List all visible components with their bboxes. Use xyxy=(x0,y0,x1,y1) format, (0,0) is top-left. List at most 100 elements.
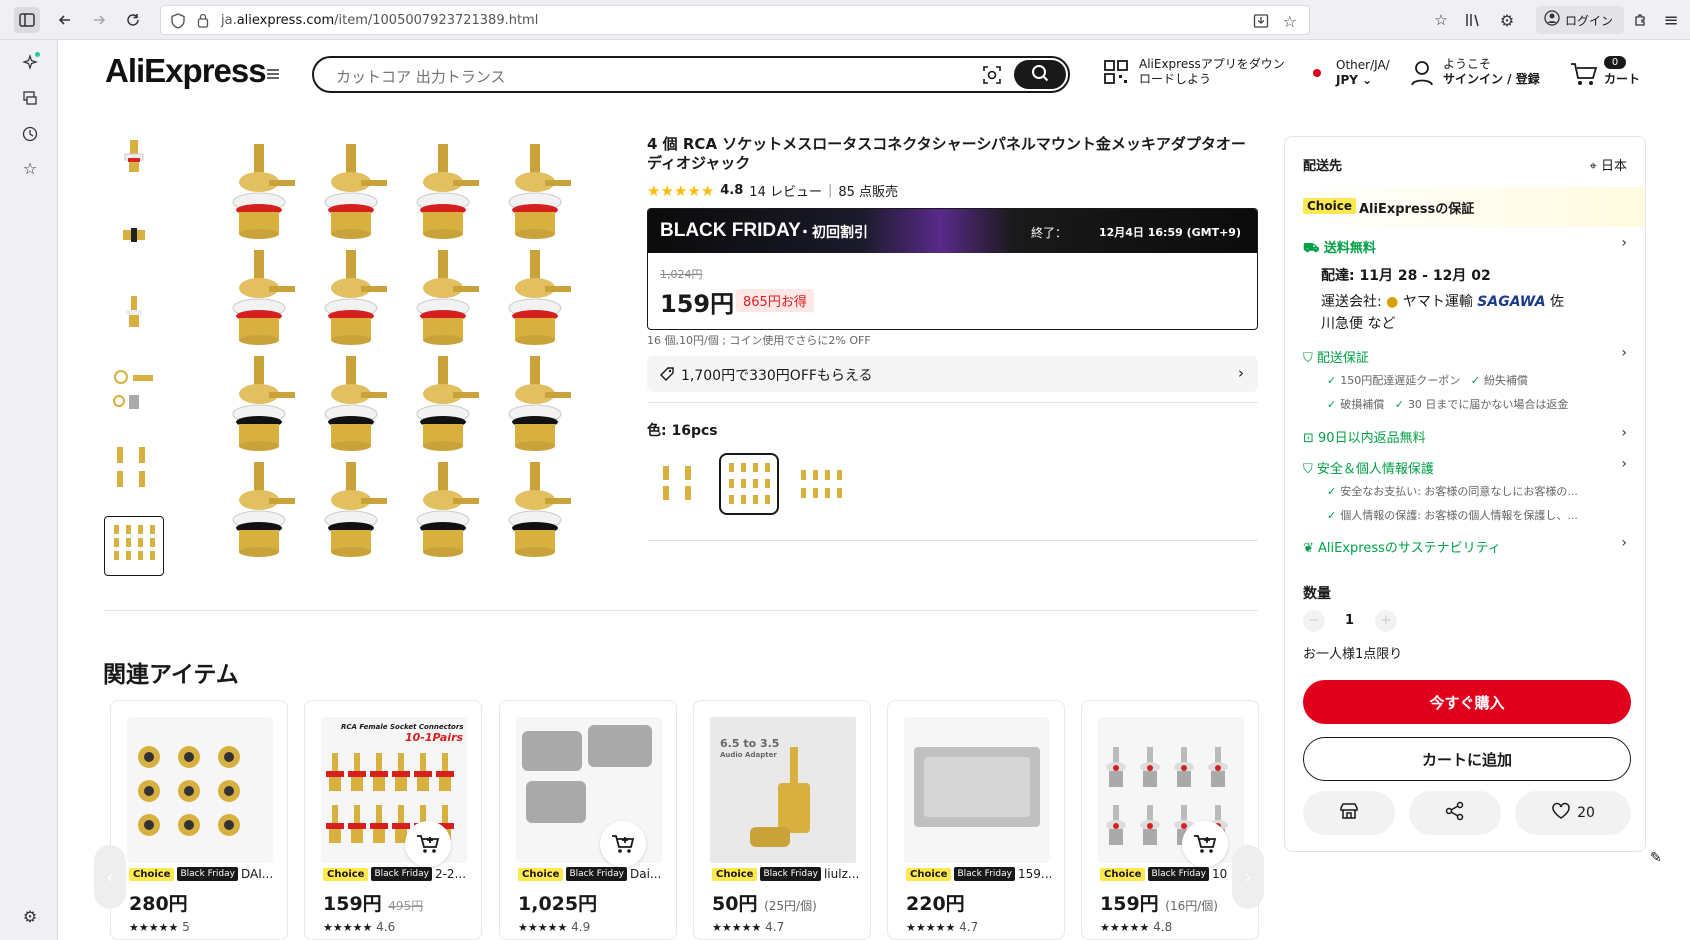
location-pin-icon: ⌖ xyxy=(1589,159,1601,174)
back-icon[interactable] xyxy=(52,7,78,33)
rating-row: ★★★★★ 4.8 14 レビュー | 85 点販売 xyxy=(647,181,899,201)
product-thumbnail[interactable] xyxy=(104,204,164,264)
price-box: BLACK FRIDAY ・初回割引 終了： 12月4日 16:59 (GMT+… xyxy=(647,208,1258,330)
save-page-icon[interactable] xyxy=(1253,13,1269,33)
related-item-rating: ★★★★★ 4.6 xyxy=(323,920,396,934)
related-item-image[interactable] xyxy=(904,717,1050,863)
chevron-right-icon[interactable]: › xyxy=(1621,345,1627,361)
category-menu-icon[interactable] xyxy=(266,68,280,80)
region-selector[interactable]: Other/JA/JPY ⌄ xyxy=(1336,58,1390,88)
menu-icon[interactable]: ≡ xyxy=(1658,7,1684,33)
bookmarks-icon[interactable]: ☆ xyxy=(20,158,40,178)
user-icon[interactable] xyxy=(1410,60,1434,90)
chevron-right-icon[interactable]: › xyxy=(1621,456,1627,472)
related-item-card[interactable]: Choice Black Friday DAI... 280円 ★★★★★ 5 xyxy=(110,700,288,940)
quantity-increase-button[interactable]: + xyxy=(1375,610,1397,632)
store-button[interactable] xyxy=(1303,791,1395,835)
rca-socket-graphic xyxy=(508,144,571,239)
aliexpress-logo[interactable]: AliExpress xyxy=(105,52,267,90)
buy-now-button[interactable]: 今すぐ購入 xyxy=(1303,680,1631,724)
related-item-image[interactable]: 6.5 to 3.5 Audio Adapter xyxy=(710,717,856,863)
related-item-card[interactable]: RCA Female Socket Connectors 10-1Pairs Cho… xyxy=(304,700,482,940)
related-item-card[interactable]: 6.5 to 3.5 Audio Adapter Choice Black Frida… xyxy=(693,700,871,940)
share-icon xyxy=(1445,801,1465,825)
add-to-cart-icon[interactable] xyxy=(405,821,451,867)
product-main-image[interactable] xyxy=(214,136,594,576)
variant-option-8pcs[interactable] xyxy=(791,453,851,515)
security-privacy[interactable]: ⛉ 安全＆個人情報保護 xyxy=(1303,458,1434,477)
cart-icon[interactable] xyxy=(1570,62,1598,90)
sidebar-settings-icon[interactable]: ⚙ xyxy=(20,906,40,926)
add-to-cart-icon[interactable] xyxy=(600,821,646,867)
product-thumbnail[interactable] xyxy=(104,438,164,498)
reload-icon[interactable] xyxy=(120,7,146,33)
free-shipping[interactable]: ⛟ 送料無料 xyxy=(1303,237,1376,258)
forward-icon[interactable] xyxy=(86,7,112,33)
variant-option-16pcs-selected[interactable] xyxy=(719,453,779,515)
coupon-row[interactable]: 1,700円で330円OFFもらえる › xyxy=(647,356,1258,392)
carousel-next-button[interactable]: › xyxy=(1232,845,1264,909)
sold-count: 85 点販売 xyxy=(838,185,899,200)
rca-socket-graphic xyxy=(324,144,387,239)
related-item-image[interactable] xyxy=(516,717,662,867)
related-item-price: 159円 (16円/個) xyxy=(1100,893,1218,915)
rca-socket-graphic xyxy=(416,250,479,345)
related-item-image[interactable] xyxy=(127,717,273,863)
settings-gear-icon[interactable]: ⚙ xyxy=(1494,7,1520,33)
bookmark-star-icon[interactable]: ☆ xyxy=(1283,12,1297,31)
search-input[interactable]: カットコア 出力トランス xyxy=(336,66,505,87)
rca-socket-graphic xyxy=(232,144,295,239)
url-text[interactable]: ja.aliexpress.com/item/1005007923721389.… xyxy=(221,13,538,28)
product-thumbnail[interactable] xyxy=(104,360,164,420)
related-item-card[interactable]: Choice Black Friday 159... 220円 ★★★★★ 4.7 xyxy=(887,700,1065,940)
sign-in-link[interactable]: ようこそ サインイン / 登録 xyxy=(1443,57,1540,87)
qr-code-icon[interactable] xyxy=(1104,60,1128,88)
wishlist-button[interactable]: 20 xyxy=(1515,791,1631,835)
related-item-image[interactable]: RCA Female Socket Connectors 10-1Pairs xyxy=(321,717,467,867)
related-item-card[interactable]: Choice Black Friday Dai... 1,025円 ★★★★★ 4.9 xyxy=(499,700,677,940)
cart-label[interactable]: カート xyxy=(1604,72,1640,87)
related-item-rating: ★★★★★ 4.8 xyxy=(1100,920,1173,934)
product-thumbnail[interactable] xyxy=(104,282,164,342)
sustainability-link[interactable]: ❦ AliExpressのサステナビリティ xyxy=(1303,537,1501,556)
lock-icon[interactable] xyxy=(197,13,209,32)
search-bar[interactable]: カットコア 出力トランス xyxy=(312,56,1070,93)
synced-tabs-icon[interactable] xyxy=(20,88,40,108)
pocket-icon[interactable]: ☆ xyxy=(1428,7,1454,33)
add-to-cart-icon[interactable] xyxy=(1182,821,1228,867)
product-thumbnail[interactable] xyxy=(104,126,164,186)
free-returns[interactable]: ⊡ 90日以内返品無料 xyxy=(1303,427,1426,446)
related-item-image[interactable] xyxy=(1098,717,1244,867)
search-button[interactable] xyxy=(1014,60,1066,89)
ai-chat-icon[interactable] xyxy=(20,52,40,72)
image-search-icon[interactable] xyxy=(982,65,1002,89)
chevron-right-icon[interactable]: › xyxy=(1621,535,1627,551)
extensions-icon[interactable] xyxy=(1627,7,1653,33)
divider xyxy=(647,402,1258,403)
app-download-link[interactable]: AliExpressアプリをダウン ロードしよう xyxy=(1139,57,1285,87)
review-count[interactable]: 14 レビュー xyxy=(749,181,822,200)
ship-to-selector[interactable]: ⌖ 日本 xyxy=(1590,155,1627,174)
related-item-badges: Choice Black Friday DAI... xyxy=(129,867,279,881)
quantity-decrease-button[interactable]: − xyxy=(1303,610,1325,632)
address-bar[interactable]: ja.aliexpress.com/item/1005007923721389.… xyxy=(160,5,1310,35)
choice-badge: Choice xyxy=(1303,198,1356,214)
history-icon[interactable] xyxy=(20,124,40,144)
chevron-right-icon[interactable]: › xyxy=(1621,235,1627,251)
shield-icon[interactable] xyxy=(171,13,185,33)
sidebar-toggle-icon[interactable] xyxy=(14,7,40,33)
product-thumbnail-selected[interactable] xyxy=(104,516,164,576)
delivery-guarantee[interactable]: ⛉ 配送保証 xyxy=(1303,347,1369,366)
coupon-text: 1,700円で330円OFFもらえる xyxy=(681,368,873,384)
library-icon[interactable] xyxy=(1460,7,1486,33)
chevron-right-icon[interactable]: › xyxy=(1621,425,1627,441)
share-button[interactable] xyxy=(1409,791,1501,835)
account-button[interactable]: ログイン xyxy=(1536,6,1624,34)
variant-option-4pcs[interactable] xyxy=(648,453,708,515)
carousel-prev-button[interactable]: ‹ xyxy=(94,845,126,909)
add-to-cart-button[interactable]: カートに追加 xyxy=(1303,737,1631,781)
related-item-card[interactable]: Choice Black Friday 10 ... 159円 (16円/個) ★★★★… xyxy=(1081,700,1259,940)
quantity-value[interactable]: 1 xyxy=(1345,613,1354,628)
feedback-edit-icon[interactable]: ✎ xyxy=(1650,850,1662,866)
original-price: 1,024円 xyxy=(660,268,703,281)
